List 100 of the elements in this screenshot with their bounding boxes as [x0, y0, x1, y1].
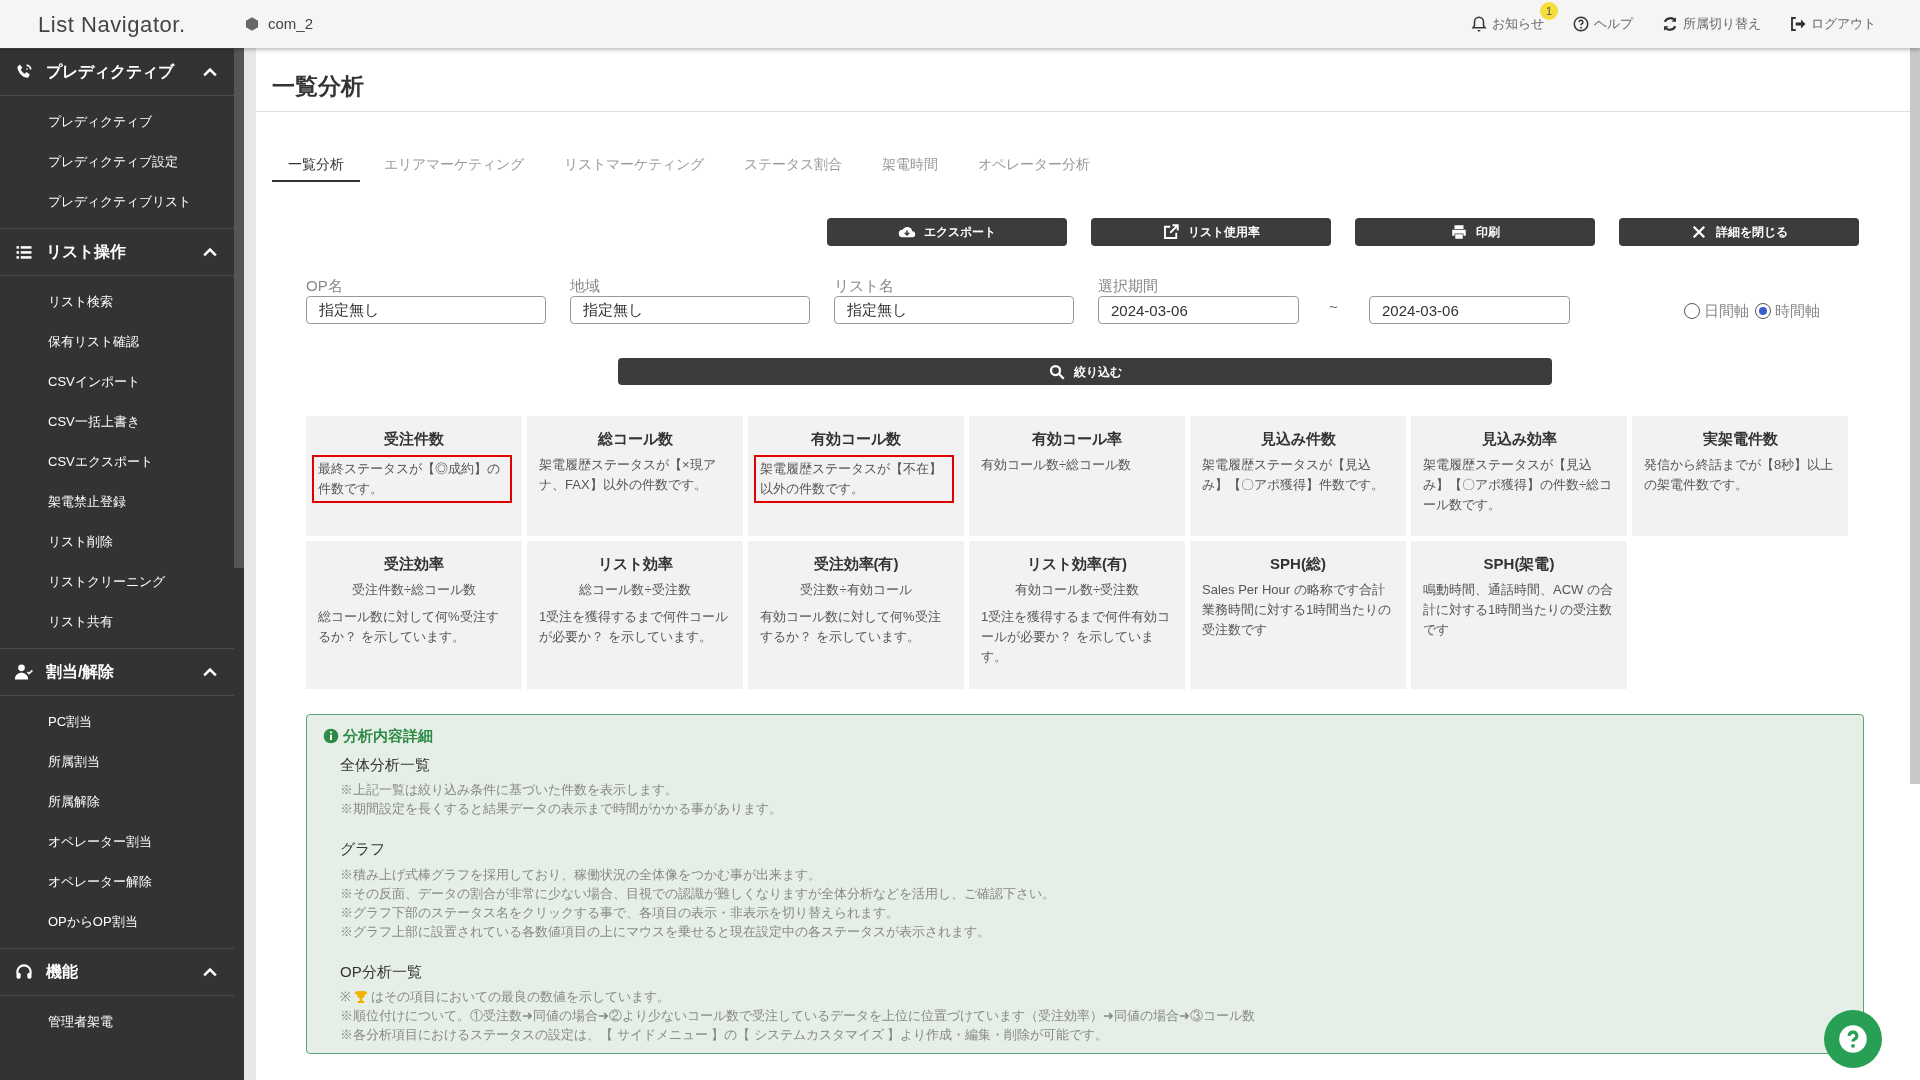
sidebar-item[interactable]: 管理者架電: [0, 1002, 234, 1042]
search-icon: [1048, 362, 1066, 381]
note-prefix: ※: [340, 988, 351, 1006]
scrollbar-thumb[interactable]: [234, 48, 244, 568]
header-link[interactable]: 所属切り替え: [1661, 14, 1761, 34]
card-description: 架電履歴ステータスが【×現アナ、FAX】以外の件数です。: [538, 455, 717, 494]
sidebar-item[interactable]: OPからOP割当: [0, 902, 234, 942]
card-formula: 受注数÷有効コール: [799, 580, 913, 599]
header-link[interactable]: ヘルプ: [1572, 14, 1633, 34]
sidebar-item[interactable]: PC割当: [0, 702, 234, 742]
app-logo[interactable]: List Navigator.: [0, 7, 244, 41]
field-label: 地域: [570, 276, 601, 296]
sidebar-section-header[interactable]: リスト操作: [0, 228, 234, 276]
card-description: 鳴動時間、通話時間、ACW の合計に対する1時間当たりの受注数です: [1422, 580, 1614, 639]
sidebar-item[interactable]: プレディクティブ設定: [0, 142, 234, 182]
input-field[interactable]: 指定無し: [834, 296, 1074, 324]
sidebar-item[interactable]: オペレーター割当: [0, 822, 234, 862]
bell-icon: [1470, 15, 1488, 33]
card-title: 受注効率: [383, 554, 445, 574]
card-description: 発信から終話までが【8秒】以上の架電件数です。: [1643, 455, 1835, 494]
input-field[interactable]: 2024-03-06: [1369, 296, 1570, 324]
card-description: 最終ステータスが【◎成約】の件数です。: [312, 454, 512, 503]
radio-option[interactable]: 日間軸: [1684, 299, 1749, 322]
note-text: はその項目においての最良の数値を示しています。: [371, 988, 670, 1006]
sidebar-item[interactable]: オペレーター解除: [0, 862, 234, 902]
card-title: 受注件数: [383, 429, 445, 449]
note-text: ※順位付けについて。①受注数➜同値の場合➜②より少ないコール数で受注しているデータを上位に位置づけています（受注効率）➜同値の場合➜③コール数: [340, 1007, 1256, 1025]
external-link-icon: [1162, 223, 1180, 241]
card-description: 1受注を獲得するまで何件有効コールが必要か？ を示しています。: [980, 608, 1172, 666]
card-description: 架電履歴ステータスが【見込み】【〇アポ獲得】の件数÷総コール数です。: [1422, 455, 1614, 514]
card-title: SPH(架電): [1482, 554, 1556, 574]
printer-icon: [1450, 223, 1468, 241]
header-link[interactable]: ログアウト: [1789, 14, 1876, 34]
input-field[interactable]: 指定無し: [306, 296, 546, 324]
sidebar-section-header[interactable]: 割当/解除: [0, 648, 234, 696]
radio-option[interactable]: 時間軸: [1755, 299, 1820, 322]
card-formula: 総コール数÷受注数: [578, 580, 692, 599]
search-button[interactable]: 絞り込む: [618, 358, 1552, 385]
input-field[interactable]: 指定無し: [570, 296, 810, 324]
sidebar-item[interactable]: リスト共有: [0, 602, 234, 642]
section-heading: 全体分析一覧: [340, 754, 431, 775]
action-button[interactable]: エクスポート: [827, 218, 1067, 246]
field-label: リスト名: [834, 276, 895, 296]
action-button[interactable]: リスト使用率: [1091, 218, 1331, 246]
sidebar-section-header[interactable]: 機能: [0, 948, 234, 996]
close-icon: [1690, 223, 1708, 241]
sidebar-item[interactable]: 保有リスト確認: [0, 322, 234, 362]
info-icon: [323, 728, 339, 745]
range-separator: ~: [1329, 296, 1339, 317]
scrollbar-thumb[interactable]: [1910, 48, 1920, 784]
sidebar-item[interactable]: CSVインポート: [0, 362, 234, 402]
help-button[interactable]: [1824, 1010, 1882, 1068]
card-title: 有効コール数: [810, 429, 902, 449]
sidebar-item[interactable]: 架電禁止登録: [0, 482, 234, 522]
card-title: 受注効率(有): [812, 554, 900, 574]
details-title: 分析内容詳細: [343, 726, 433, 746]
note-text: ※その反面、データの割合が非常に少ない場合、目視での認識が難しくなりますが全体分析などを活用し、ご確認下さい。: [340, 884, 1056, 903]
user-check-icon: [14, 662, 34, 682]
card-title: 総コール数: [596, 429, 674, 449]
card-title: 実架電件数: [1701, 429, 1779, 449]
card-title: 見込み件数: [1259, 429, 1337, 449]
sidebar-item[interactable]: プレディクティブ: [0, 102, 234, 142]
input-field[interactable]: 2024-03-06: [1098, 296, 1299, 324]
sidebar-item[interactable]: CSVエクスポート: [0, 442, 234, 482]
card-title: リスト効率(有): [1026, 554, 1128, 574]
card-description: 総コール数に対して何%受注するか？ を示しています。: [317, 608, 500, 646]
sidebar-item[interactable]: プレディクティブリスト: [0, 182, 234, 222]
sidebar-item[interactable]: リスト削除: [0, 522, 234, 562]
card-description: 架電履歴ステータスが【不在】以外の件数です。: [754, 454, 954, 503]
help-icon: [1572, 15, 1590, 33]
card-title: リスト効率: [596, 554, 674, 574]
notification-badge: 1: [1540, 2, 1558, 21]
action-button[interactable]: 詳細を閉じる: [1619, 218, 1859, 246]
sidebar-item[interactable]: 所属割当: [0, 742, 234, 782]
card-description: 架電履歴ステータスが【見込み】【〇アポ獲得】件数です。: [1201, 455, 1385, 494]
sidebar-section-header[interactable]: プレディクティブ: [0, 48, 234, 96]
sidebar-item[interactable]: リストクリーニング: [0, 562, 234, 602]
sidebar-item[interactable]: 所属解除: [0, 782, 234, 822]
help-icon: [1838, 1024, 1868, 1054]
note-text: ※積み上げ式棒グラフを採用しており、稼働状況の全体像をつかむ事が出来ます。: [340, 865, 822, 884]
card-description: 1受注を獲得するまで何件コールが必要か？ を示しています。: [538, 608, 730, 646]
sidebar-item[interactable]: CSV一括上書き: [0, 402, 234, 442]
card-description: Sales Per Hour の略称です合計業務時間に対する1時間当たりの受注数です: [1201, 580, 1393, 639]
card-description: 有効コール数÷総コール数: [980, 455, 1133, 474]
note-text: ※グラフ上部に設置されている各数値項目の上にマウスを乗せると現在設定中の各ステータスが表示されます。: [340, 922, 991, 941]
card-title: SPH(総): [1269, 554, 1327, 574]
note-text: ※期間設定を長くすると結果データの表示まで時間がかかる事があります。: [340, 800, 783, 818]
action-button[interactable]: 印刷: [1355, 218, 1595, 246]
note-text: ※各分析項目におけるステータスの設定は、【 サイドメニュー 】の【 システムカスタマイズ 】より作成・編集・削除が可能です。: [340, 1026, 1110, 1044]
tab[interactable]: 一覧分析: [272, 148, 360, 182]
workspace-name: com_2: [268, 13, 314, 34]
field-label: 選択期間: [1098, 276, 1159, 296]
card-formula: 受注件数÷総コール数: [350, 580, 478, 599]
card-formula: 有効コール数÷受注数: [1013, 580, 1141, 599]
section-heading: グラフ: [340, 839, 386, 859]
card-title: 見込み効率: [1480, 429, 1558, 449]
sidebar-item[interactable]: リスト検索: [0, 282, 234, 322]
headset-icon: [14, 962, 34, 982]
trophy-icon: [353, 988, 369, 1005]
refresh-icon: [1661, 15, 1679, 33]
